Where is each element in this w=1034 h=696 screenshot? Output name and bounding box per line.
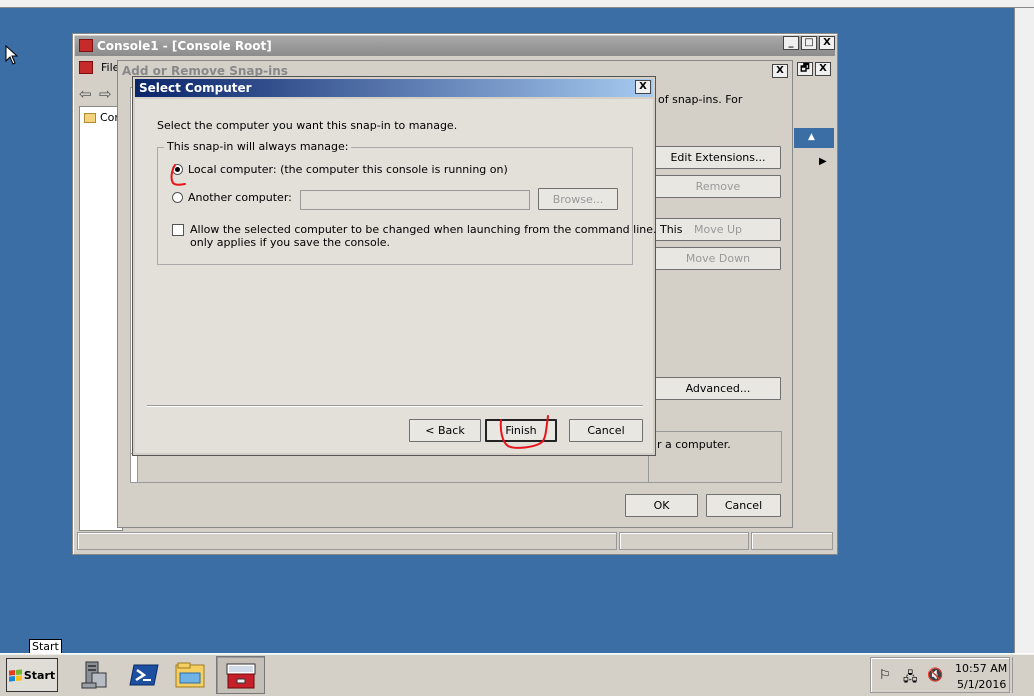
group-legend: This snap-in will always manage:	[164, 140, 352, 153]
clock-date[interactable]: 5/1/2016	[957, 678, 1006, 691]
ok-button[interactable]: OK	[625, 494, 698, 517]
mmc-inner-controls: 🗗 X	[797, 62, 831, 76]
back-arrow-icon[interactable]: ⇦	[79, 85, 92, 103]
mouse-cursor-icon	[5, 45, 19, 65]
select-computer-prompt: Select the computer you want this snap-i…	[157, 119, 458, 132]
mmc-window-title: Console1 - [Console Root]	[97, 39, 272, 53]
remove-button[interactable]: Remove	[655, 175, 781, 198]
status-segment	[77, 532, 617, 550]
dialog-separator	[147, 405, 643, 407]
mmc-toolbar: ⇦ ⇨	[77, 82, 121, 103]
folder-icon	[84, 113, 96, 123]
snapins-close-button[interactable]: X	[772, 64, 788, 78]
allow-change-label-line1: Allow the selected computer to be change…	[190, 223, 683, 236]
actions-pane-header[interactable]: ▲	[794, 128, 834, 148]
mmc-toolbox-icon	[226, 663, 256, 689]
server-manager-icon[interactable]	[78, 659, 110, 691]
local-computer-label: Local computer: (the computer this conso…	[188, 163, 508, 176]
browse-button[interactable]: Browse...	[538, 188, 618, 210]
snapins-cancel-button[interactable]: Cancel	[706, 494, 781, 517]
select-computer-title[interactable]: Select Computer	[135, 79, 653, 97]
status-bar	[77, 532, 833, 550]
allow-change-checkbox[interactable]	[172, 224, 184, 236]
windows-logo-icon	[8, 668, 22, 682]
snapin-description-box: r a computer.	[648, 431, 782, 483]
allow-change-label-line2: only applies if you save the console.	[190, 236, 391, 249]
snapins-description-text: of snap-ins. For	[658, 93, 743, 106]
taskbar: Start ⚐ 🖧 🔇 10:57 AM 5/1/2016	[0, 653, 1034, 696]
another-computer-label: Another computer:	[188, 191, 292, 204]
forward-arrow-icon[interactable]: ⇨	[99, 85, 112, 103]
mmc-title-bar[interactable]: Console1 - [Console Root]	[75, 36, 835, 56]
local-computer-radio[interactable]	[172, 164, 183, 175]
mmc-taskbar-button[interactable]	[216, 656, 265, 694]
advanced-button[interactable]: Advanced...	[655, 377, 781, 400]
system-tray: ⚐ 🖧 🔇 10:57 AM 5/1/2016	[870, 657, 1010, 693]
select-computer-close-button[interactable]: X	[635, 80, 651, 94]
powershell-icon[interactable]	[128, 659, 160, 691]
edit-extensions-button[interactable]: Edit Extensions...	[655, 146, 781, 169]
clock-time[interactable]: 10:57 AM	[955, 662, 1007, 675]
expand-right-icon[interactable]: ▶	[819, 156, 827, 167]
mmc-menu-file[interactable]: File	[77, 58, 121, 78]
select-computer-dialog: Select Computer X Select the computer yo…	[132, 76, 682, 456]
restore-button[interactable]: 🗗	[797, 62, 813, 76]
show-desktop-button[interactable]	[1012, 657, 1028, 693]
mmc-window-controls: _ □ X	[783, 36, 835, 50]
move-down-button[interactable]: Move Down	[655, 247, 781, 270]
network-icon[interactable]: 🖧	[903, 668, 918, 690]
start-label: Start	[23, 668, 56, 682]
action-center-flag-icon[interactable]: ⚐	[879, 668, 891, 683]
finish-button[interactable]: Finish	[485, 419, 557, 442]
mmc-app-icon	[79, 39, 93, 52]
right-window-edge	[1014, 8, 1034, 653]
inner-close-button[interactable]: X	[815, 62, 831, 76]
description-frame	[130, 453, 650, 483]
volume-muted-icon[interactable]: 🔇	[927, 668, 943, 683]
maximize-button[interactable]: □	[801, 36, 817, 50]
another-computer-input[interactable]	[300, 190, 530, 210]
collapse-up-icon[interactable]: ▲	[808, 132, 815, 142]
select-computer-body: Select the computer you want this snap-i…	[135, 99, 682, 453]
top-window-edge	[0, 0, 1034, 8]
console-icon	[79, 61, 93, 74]
start-button[interactable]: Start	[6, 658, 58, 692]
status-segment	[751, 532, 833, 550]
snapin-description-text: r a computer.	[657, 438, 731, 451]
manage-target-group: This snap-in will always manage: Local c…	[157, 140, 682, 265]
back-button[interactable]: < Back	[409, 419, 481, 442]
status-segment	[619, 532, 749, 550]
start-tooltip: Start	[29, 639, 62, 654]
close-button[interactable]: X	[819, 36, 835, 50]
minimize-button[interactable]: _	[783, 36, 799, 50]
select-cancel-button[interactable]: Cancel	[569, 419, 643, 442]
another-computer-radio[interactable]	[172, 192, 183, 203]
explorer-icon[interactable]	[174, 659, 206, 691]
